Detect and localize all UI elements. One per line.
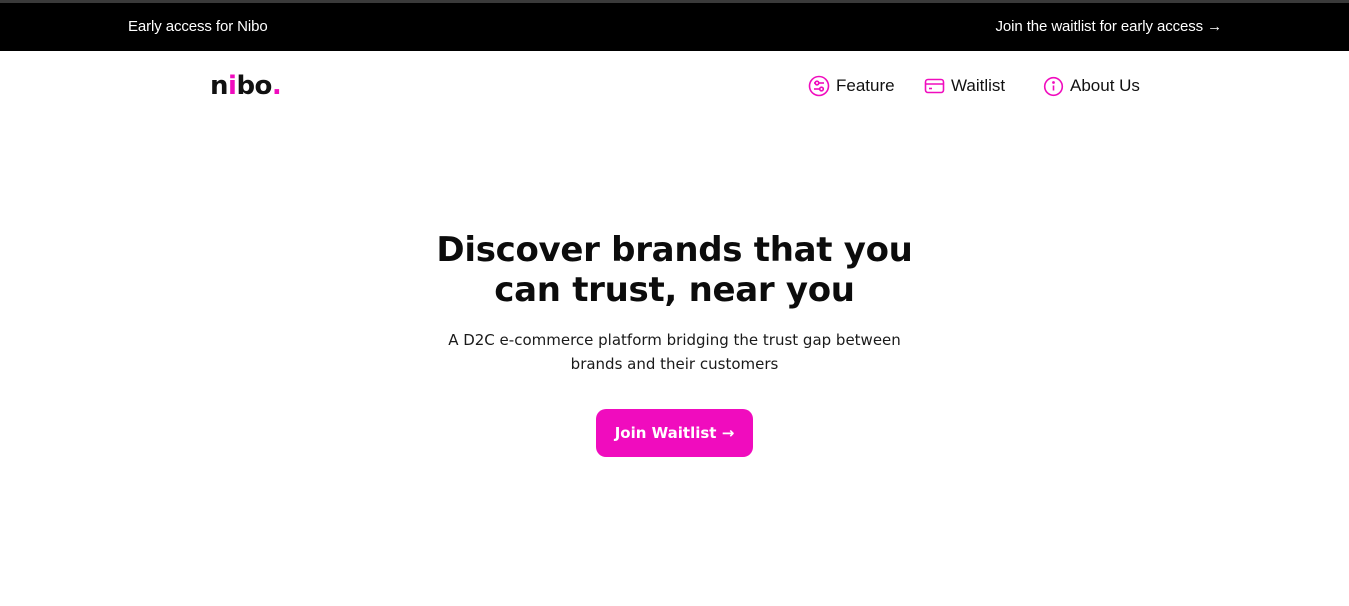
join-waitlist-link[interactable]: Join the waitlist for early access → xyxy=(996,18,1223,35)
nav-item-feature[interactable]: Feature xyxy=(808,74,895,98)
nav-item-label: Waitlist xyxy=(951,76,1006,95)
logo-text-suffix: bo xyxy=(236,71,272,101)
hero-title: Discover brands that you can trust, near… xyxy=(436,230,913,310)
nav-item-about-us[interactable]: About Us xyxy=(1043,74,1140,98)
info-icon xyxy=(1043,76,1064,97)
announcement-text: Early access for Nibo xyxy=(128,18,268,35)
nav-item-label: Feature xyxy=(836,76,895,95)
card-icon xyxy=(924,77,945,95)
announcement-bar: Early access for Nibo Join the waitlist … xyxy=(0,3,1349,51)
hero-section: Discover brands that you can trust, near… xyxy=(0,230,1349,457)
navbar: nibo. Feature Waitlist About Us xyxy=(0,51,1349,121)
logo-dot: . xyxy=(271,71,282,101)
hero-subtitle: A D2C e-commerce platform bridging the t… xyxy=(448,331,901,373)
nibo-logo[interactable]: nibo. xyxy=(210,70,282,102)
join-waitlist-button[interactable]: Join Waitlist → xyxy=(596,409,753,457)
sliders-icon xyxy=(808,75,830,97)
nav-item-waitlist[interactable]: Waitlist xyxy=(924,74,1005,98)
nav-item-label: About Us xyxy=(1070,76,1140,95)
logo-text-prefix: n xyxy=(210,71,229,101)
